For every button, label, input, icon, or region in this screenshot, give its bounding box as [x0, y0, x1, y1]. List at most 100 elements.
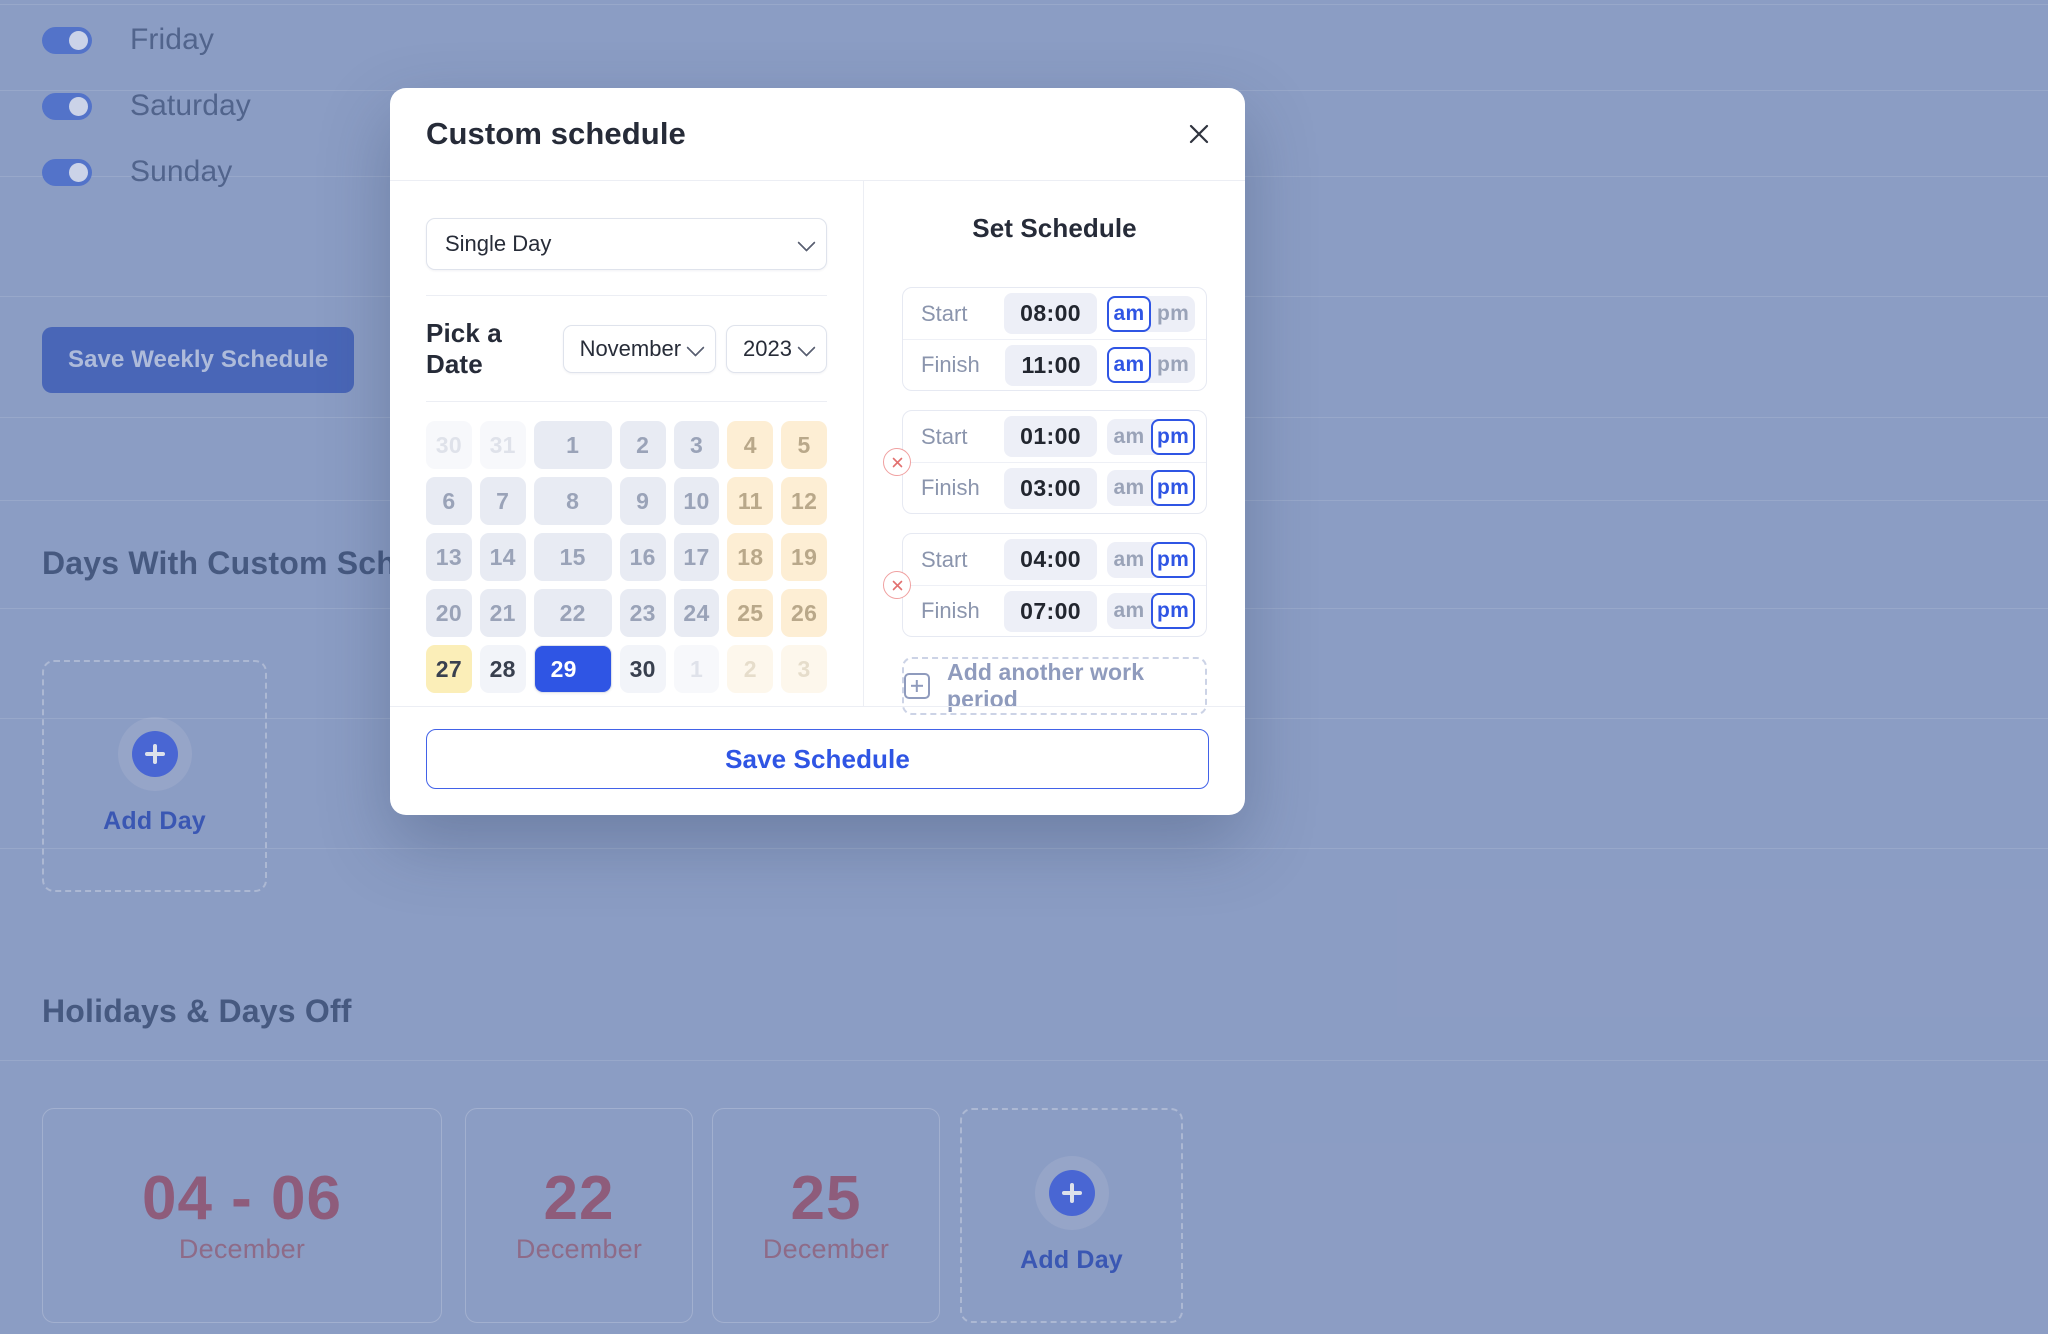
chevron-down-icon	[686, 338, 705, 357]
pick-a-date-row: Pick a Date November 2023	[426, 296, 827, 402]
calendar-day[interactable]: 3	[781, 645, 827, 693]
calendar-day[interactable]: 27	[426, 645, 472, 693]
calendar-day[interactable]: 30	[619, 645, 666, 693]
am-option[interactable]: am	[1107, 542, 1151, 578]
calendar-day[interactable]: 31	[479, 421, 526, 469]
set-schedule-title: Set Schedule	[972, 213, 1137, 243]
am-option[interactable]: am	[1107, 419, 1151, 455]
time-value-finish[interactable]: 03:00	[1004, 467, 1097, 509]
calendar-day-selected[interactable]: 29	[533, 645, 612, 693]
ampm-toggle-finish: am pm	[1107, 593, 1195, 629]
time-row-finish: Finish 11:00 am pm	[903, 339, 1206, 390]
time-row-label-finish: Finish	[921, 598, 980, 623]
modal-title: Custom schedule	[426, 116, 686, 151]
time-row-start: Start 08:00 am pm	[903, 288, 1206, 339]
calendar-day[interactable]: 1	[673, 645, 720, 693]
ampm-toggle-start: am pm	[1107, 541, 1195, 578]
pm-option[interactable]: pm	[1151, 541, 1195, 578]
ampm-toggle-finish: am pm	[1107, 347, 1195, 383]
work-period-box: Start 08:00 am pm Finish 11:00 am pm	[902, 287, 1207, 391]
month-select[interactable]: November	[562, 325, 717, 373]
remove-work-period-button[interactable]	[883, 571, 911, 599]
time-row-label-finish: Finish	[921, 352, 980, 377]
time-value-finish[interactable]: 11:00	[1005, 344, 1097, 386]
modal-body: Single Day Pick a Date November 2023 30 …	[390, 181, 1245, 715]
calendar-day[interactable]: 9	[619, 477, 666, 525]
time-value-start[interactable]: 04:00	[1004, 539, 1097, 580]
calendar-day[interactable]: 18	[727, 533, 774, 581]
time-row-finish: Finish 07:00 am pm	[903, 585, 1206, 636]
time-row-label-start: Start	[921, 546, 968, 572]
work-period: Start 04:00 am pm Finish 07:00 am pm	[883, 533, 1207, 637]
calendar-day[interactable]: 19	[781, 533, 827, 581]
calendar-day[interactable]: 10	[673, 477, 720, 525]
pm-option[interactable]: pm	[1151, 470, 1195, 506]
time-row-finish: Finish 03:00 am pm	[903, 462, 1206, 513]
work-period: Start 01:00 am pm Finish 03:00 am pm	[883, 410, 1207, 514]
am-option[interactable]: am	[1107, 347, 1151, 383]
time-row-label-finish: Finish	[921, 475, 980, 500]
am-option[interactable]: am	[1107, 470, 1151, 506]
calendar-day[interactable]: 26	[781, 589, 827, 637]
calendar-day[interactable]: 11	[727, 477, 774, 525]
schedule-mode-select[interactable]: Single Day	[426, 218, 827, 270]
calendar-day[interactable]: 2	[727, 645, 774, 693]
pm-option[interactable]: pm	[1151, 593, 1195, 629]
am-option[interactable]: am	[1107, 295, 1151, 332]
pm-option[interactable]: pm	[1151, 418, 1195, 455]
remove-work-period-button[interactable]	[883, 448, 911, 476]
month-value: November	[579, 336, 682, 361]
set-schedule-pane: Set Schedule Start 08:00 am pm Finish 11:00 am…	[864, 181, 1245, 715]
save-schedule-button[interactable]: Save Schedule	[426, 729, 1209, 789]
time-row-label-start: Start	[921, 300, 968, 326]
pick-a-date-label: Pick a Date	[426, 318, 502, 379]
calendar-day[interactable]: 28	[479, 645, 526, 693]
date-picker-pane: Single Day Pick a Date November 2023 30 …	[390, 181, 864, 706]
calendar-day[interactable]: 25	[727, 589, 774, 637]
calendar-grid: 30 31 1 2 3 4 5 6 7 8 9 10 11 12 13 14 15 16 17 18 19 20 21 22 2…	[426, 421, 827, 693]
calendar-day[interactable]: 5	[781, 421, 827, 469]
ampm-toggle-start: am pm	[1107, 418, 1195, 455]
time-value-start[interactable]: 01:00	[1004, 416, 1097, 457]
chevron-down-icon	[797, 233, 816, 252]
year-value: 2023	[743, 336, 792, 361]
work-period-box: Start 01:00 am pm Finish 03:00 am pm	[902, 410, 1207, 514]
calendar-day[interactable]: 3	[673, 421, 720, 469]
time-value-start[interactable]: 08:00	[1004, 293, 1097, 334]
calendar-day[interactable]: 2	[619, 421, 666, 469]
calendar-day[interactable]: 14	[479, 533, 526, 581]
calendar-day[interactable]: 8	[533, 477, 612, 525]
chevron-down-icon	[797, 338, 816, 357]
modal-header: Custom schedule	[390, 88, 1245, 181]
plus-square-icon	[904, 673, 930, 699]
add-work-period-label: Add another work period	[947, 659, 1145, 712]
year-select[interactable]: 2023	[726, 325, 827, 373]
close-icon[interactable]	[1181, 116, 1217, 152]
ampm-toggle-finish: am pm	[1107, 470, 1195, 506]
calendar-day[interactable]: 21	[479, 589, 526, 637]
calendar-day[interactable]: 7	[479, 477, 526, 525]
calendar-day[interactable]: 20	[426, 589, 472, 637]
calendar-day[interactable]: 22	[533, 589, 612, 637]
calendar-day[interactable]: 13	[426, 533, 472, 581]
time-row-label-start: Start	[921, 423, 968, 449]
time-row-start: Start 01:00 am pm	[903, 411, 1206, 462]
calendar-day[interactable]: 15	[533, 533, 612, 581]
calendar-day[interactable]: 6	[426, 477, 472, 525]
time-row-start: Start 04:00 am pm	[903, 534, 1206, 585]
calendar-day[interactable]: 30	[426, 421, 472, 469]
calendar-day[interactable]: 16	[619, 533, 666, 581]
calendar-day[interactable]: 12	[781, 477, 827, 525]
work-period-box: Start 04:00 am pm Finish 07:00 am pm	[902, 533, 1207, 637]
calendar-day[interactable]: 17	[673, 533, 720, 581]
calendar-day[interactable]: 1	[533, 421, 612, 469]
calendar-day[interactable]: 24	[673, 589, 720, 637]
calendar-day[interactable]: 4	[727, 421, 774, 469]
schedule-mode-value: Single Day	[445, 231, 552, 256]
am-option[interactable]: am	[1107, 593, 1151, 629]
calendar-day[interactable]: 23	[619, 589, 666, 637]
pm-option[interactable]: pm	[1151, 347, 1195, 383]
time-value-finish[interactable]: 07:00	[1004, 590, 1097, 632]
modal-footer: Save Schedule	[390, 706, 1245, 815]
pm-option[interactable]: pm	[1151, 296, 1195, 332]
